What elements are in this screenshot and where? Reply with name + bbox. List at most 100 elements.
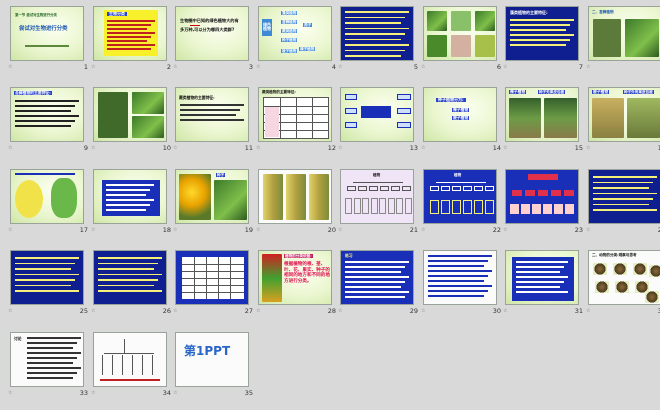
slide-preview[interactable]: [93, 250, 167, 305]
slide-preview[interactable]: [423, 6, 497, 61]
slide-preview[interactable]: 第1PPT: [175, 332, 249, 387]
slide-preview[interactable]: 植物: [340, 169, 414, 224]
text-line: [180, 109, 240, 111]
slide-title: 植物: [454, 173, 462, 177]
text-line: [107, 32, 155, 34]
slide-title: 被子植物: [592, 89, 610, 95]
slide-thumbnail[interactable]: 蕨类植物的主要特征: 12 ☆: [255, 84, 338, 152]
slide-preview[interactable]: 植物的分类依据: 根据植物的根、茎、叶、花、果实、种子的相同的地方和不同的地方进行…: [258, 250, 332, 305]
slide-preview[interactable]: 第一节 尝试对生物进行分类 尝试对生物进行分类: [10, 6, 84, 61]
slide-preview[interactable]: [340, 6, 414, 61]
slide-preview[interactable]: 种子: [175, 169, 249, 224]
photo: [593, 19, 621, 57]
slide-thumbnail[interactable]: 讨论 33 ☆: [7, 329, 90, 397]
slide-preview[interactable]: 被子植物 种子外有果皮包被: [588, 87, 660, 142]
slide-thumbnail[interactable]: 第一节 尝试对生物进行分类 尝试对生物进行分类 1 ☆: [7, 3, 90, 71]
slide-thumbnail[interactable]: 13 ☆: [337, 84, 420, 152]
slide-preview[interactable]: 裸子植物 种子无果皮包被: [505, 87, 579, 142]
text-line: [593, 181, 653, 183]
slide-thumbnail[interactable]: 27 ☆: [172, 247, 255, 315]
slide-preview[interactable]: 讨论: [10, 332, 84, 387]
slide-thumbnail[interactable]: 二、动物的分类:观察与思考32☆: [585, 247, 660, 315]
slide-preview[interactable]: 二、苔藓植物: [588, 6, 660, 61]
slide-preview[interactable]: [258, 169, 332, 224]
tree-node: [538, 190, 548, 196]
slide-preview[interactable]: 藻类植物的主要特征:: [505, 6, 579, 61]
text-line: [27, 352, 81, 354]
slide-thumbnail[interactable]: 25 ☆: [7, 247, 90, 315]
animation-icon: ☆: [91, 64, 96, 70]
slide-preview[interactable]: 生物圈中已知的绿色植物大约有 多万种,可以分为哪四大类群?: [175, 6, 249, 61]
tree-node: [551, 190, 561, 196]
slide-thumbnail[interactable]: 34 ☆: [90, 329, 173, 397]
slide-preview[interactable]: [505, 169, 579, 224]
slide-preview[interactable]: [10, 250, 84, 305]
slide-thumbnail[interactable]: 苔藓植物的主要特征: 9 ☆: [7, 84, 90, 152]
slide-preview[interactable]: 蕨类植物的主要特征:: [258, 87, 332, 142]
slide-thumbnail[interactable]: 18 ☆: [90, 166, 173, 234]
slide-thumbnail[interactable]: 5 ☆: [337, 3, 420, 71]
text-line: [106, 189, 150, 191]
slide-preview[interactable]: [505, 250, 579, 305]
text-line: [27, 372, 77, 374]
animation-icon: ☆: [338, 227, 343, 233]
tree-node: 藻类植物: [281, 11, 298, 16]
tree-node: [532, 204, 541, 214]
seed-diagram: [51, 178, 77, 218]
slide-thumbnail[interactable]: 31 ☆: [502, 247, 585, 315]
photo: [263, 174, 283, 220]
text-line: [106, 204, 150, 206]
text-line: [516, 266, 564, 268]
slide-thumbnail[interactable]: 藻类植物的主要特征: 7 ☆: [502, 3, 585, 71]
slide-preview[interactable]: 种子植物分为: 裸子植物 被子植物: [423, 87, 497, 142]
slide-preview[interactable]: 植物: [423, 169, 497, 224]
text-line: [27, 362, 73, 364]
text-line: [106, 199, 154, 201]
slide-thumbnail[interactable]: 被子植物种子外有果皮包被16☆: [585, 84, 660, 152]
slide-preview[interactable]: [340, 87, 414, 142]
tree-node: 蕨类植物: [281, 29, 298, 34]
slide-thumbnail[interactable]: 23 ☆: [502, 166, 585, 234]
slide-thumbnail[interactable]: 6 ☆: [420, 3, 503, 71]
slide-preview[interactable]: 苔藓植物的主要特征:: [10, 87, 84, 142]
slide-thumbnail[interactable]: 蕨类植物的主要特征: 11 ☆: [172, 84, 255, 152]
slide-preview[interactable]: 绿色植物 藻类植物 苔藓植物 蕨类植物 种子植物 孢子 裸子植物 被子植物: [258, 6, 332, 61]
slide-preview[interactable]: [588, 169, 660, 224]
slide-thumbnail[interactable]: 植物 22 ☆: [420, 166, 503, 234]
slide-thumbnail[interactable]: 26 ☆: [90, 247, 173, 315]
text-line: [345, 16, 405, 18]
tree-node: [441, 186, 450, 191]
slide-thumbnail[interactable]: 24☆: [585, 166, 660, 234]
slide-preview[interactable]: [175, 250, 249, 305]
slide-preview[interactable]: 生物分类: [93, 6, 167, 61]
slide-thumbnail[interactable]: 30 ☆: [420, 247, 503, 315]
text-line: [27, 377, 73, 379]
slide-thumbnail[interactable]: 生物分类 2 ☆: [90, 3, 173, 71]
tree-node: [345, 198, 352, 214]
slide-thumbnail[interactable]: 20 ☆: [255, 166, 338, 234]
slide-thumbnail[interactable]: 10 ☆: [90, 84, 173, 152]
slide-thumbnail[interactable]: 绿色植物 藻类植物 苔藓植物 蕨类植物 种子植物 孢子 裸子植物 被子植物 4 ☆: [255, 3, 338, 71]
text-line: [180, 104, 244, 106]
slide-preview[interactable]: 二、动物的分类:观察与思考: [588, 250, 660, 305]
slide-thumbnail[interactable]: 种子 19 ☆: [172, 166, 255, 234]
slide-thumbnail[interactable]: 种子植物分为: 裸子植物 被子植物 14 ☆: [420, 84, 503, 152]
slide-thumbnail[interactable]: 裸子植物 种子无果皮包被 15 ☆: [502, 84, 585, 152]
slide-preview[interactable]: [10, 169, 84, 224]
slide-thumbnail[interactable]: 二、苔藓植物8☆: [585, 3, 660, 70]
slide-preview[interactable]: [93, 332, 167, 387]
slide-preview[interactable]: [93, 169, 167, 224]
slide-thumbnail[interactable]: 生物圈中已知的绿色植物大约有 多万种,可以分为哪四大类群? 3 ☆: [172, 3, 255, 71]
slide-number: 22: [492, 226, 501, 234]
slide-preview[interactable]: [93, 87, 167, 142]
slide-thumbnail[interactable]: 第1PPT 35 ☆: [172, 329, 255, 397]
slide-thumbnail[interactable]: 植物 21 ☆: [337, 166, 420, 234]
photo: [179, 174, 211, 220]
slide-thumbnail[interactable]: 练习 29 ☆: [337, 247, 420, 315]
slide-preview[interactable]: 练习: [340, 250, 414, 305]
slide-thumbnail[interactable]: 17 ☆: [7, 166, 90, 234]
slide-preview[interactable]: [423, 250, 497, 305]
slide-preview[interactable]: 蕨类植物的主要特征:: [175, 87, 249, 142]
slide-thumbnail[interactable]: 植物的分类依据: 根据植物的根、茎、叶、花、果实、种子的相同的地方和不同的地方进行…: [255, 247, 338, 315]
tree-node: [369, 186, 378, 191]
